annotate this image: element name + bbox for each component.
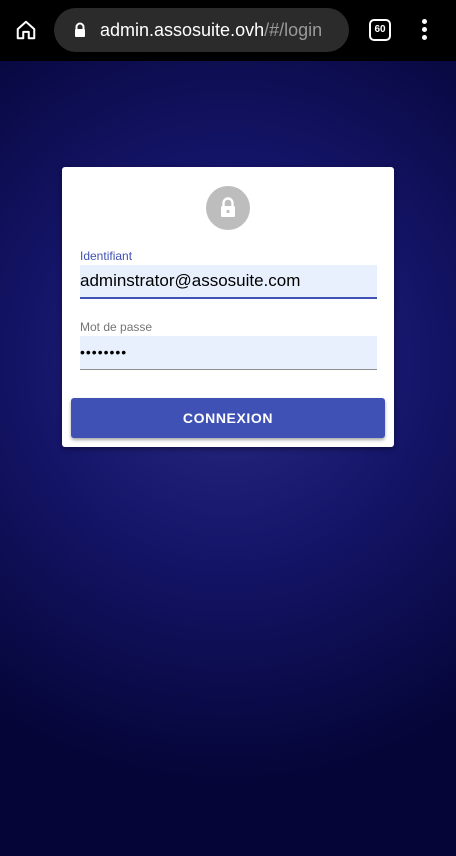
password-label: Mot de passe	[80, 320, 153, 334]
url-text: admin.assosuite.ovh/#/login	[100, 8, 322, 52]
url-path: /#/login	[264, 20, 323, 40]
login-button[interactable]: CONNEXION	[71, 398, 385, 438]
login-page: Identifiant Mot de passe CONNEXION	[0, 61, 456, 856]
lock-icon	[72, 22, 88, 38]
password-field[interactable]	[80, 336, 377, 368]
browser-toolbar: admin.assosuite.ovh/#/login 60	[0, 0, 456, 61]
url-host: admin.assosuite.ovh	[100, 20, 265, 40]
lock-icon	[206, 186, 250, 230]
password-field-container	[80, 336, 377, 370]
tab-switcher-button[interactable]: 60	[369, 19, 391, 41]
more-vert-icon[interactable]	[414, 18, 436, 42]
username-field-container	[80, 265, 377, 299]
username-label: Identifiant	[80, 249, 133, 263]
login-card: Identifiant Mot de passe CONNEXION	[62, 167, 394, 447]
username-field[interactable]	[80, 265, 377, 297]
address-bar[interactable]: admin.assosuite.ovh/#/login	[54, 8, 349, 52]
home-icon[interactable]	[11, 15, 41, 45]
